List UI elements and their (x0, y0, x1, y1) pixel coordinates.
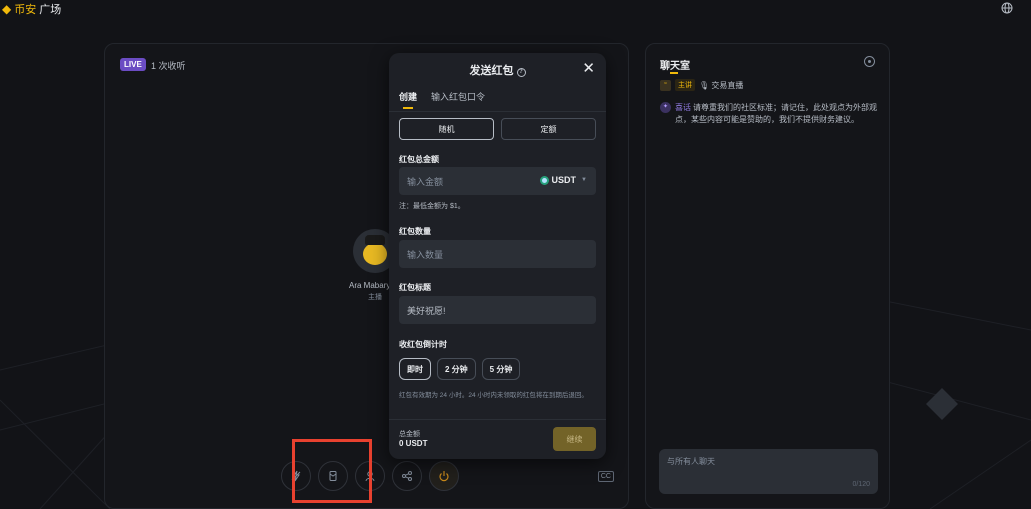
chat-panel: 聊天室 “ 主讲 🎙 交易直播 ✦ 喜话 请尊重我们的社区标准；请记住，此处观点为… (645, 43, 890, 509)
modal-title: 发送红包? (389, 62, 606, 78)
annotation-highlight-box (292, 439, 372, 503)
count-field[interactable]: 输入数量 (399, 240, 596, 268)
host-tag: 主讲 (675, 79, 695, 91)
chat-input[interactable]: 与所有人聊天 0/120 (659, 449, 878, 494)
logo[interactable]: ◆ 币安 广场 (2, 1, 61, 17)
count-label: 红包数量 (399, 227, 431, 236)
timer-label: 收红包倒计时 (399, 340, 447, 349)
logo-name: 广场 (39, 4, 62, 16)
chat-notice: ✦ 喜话 请尊重我们的社区标准；请记住，此处观点为外部观点，某些内容可能是赞助的，… (660, 102, 880, 126)
total-label: 总金额 (399, 431, 420, 438)
chat-input-placeholder: 与所有人聊天 (667, 457, 715, 466)
timer-5min-button[interactable]: 5 分钟 (481, 358, 521, 380)
continue-button[interactable]: 继续 (553, 427, 596, 451)
globe-icon[interactable] (1001, 2, 1013, 14)
avatar-hat (365, 235, 385, 245)
total-value: 0 USDT (399, 439, 428, 448)
amount-label: 红包总金额 (399, 155, 439, 164)
modal-title-text: 发送红包 (469, 65, 514, 77)
modal-tabs: 创建 输入红包口令 (399, 90, 485, 109)
packet-title-value: 美好祝愿! (407, 305, 446, 316)
announcement-icon: ✦ (660, 102, 671, 113)
currency-label: USDT (551, 175, 577, 185)
footer-divider (389, 419, 606, 420)
power-icon[interactable] (429, 461, 459, 491)
live-badge: LIVE (120, 58, 146, 71)
amount-placeholder: 输入金额 (407, 176, 444, 187)
timer-2min-button[interactable]: 2 分钟 (437, 358, 476, 380)
captions-button[interactable]: CC (597, 471, 614, 482)
listener-count: 1 次收听 (151, 61, 186, 71)
currency-select[interactable]: USDT ▼ (539, 175, 587, 185)
notice-text: 喜话 请尊重我们的社区标准；请记住，此处观点为外部观点，某些内容可能是赞助的，我们… (675, 102, 880, 126)
packet-type-toggle: 随机 定额 (399, 118, 596, 140)
tab-create[interactable]: 创建 (399, 90, 417, 109)
count-placeholder: 输入数量 (407, 249, 444, 260)
tab-divider (389, 111, 606, 112)
chat-host-row: “ 主讲 🎙 交易直播 (660, 79, 743, 91)
close-icon[interactable]: ✕ (582, 61, 595, 76)
usdt-icon (539, 175, 549, 185)
tab-enter-code[interactable]: 输入红包口令 (431, 90, 485, 107)
chat-title: 聊天室 (660, 61, 690, 72)
amount-field[interactable]: 输入金额 USDT ▼ (399, 167, 596, 195)
binance-logo-icon: ◆ (2, 2, 12, 16)
avatar-face (363, 243, 387, 265)
help-icon[interactable]: ? (516, 68, 526, 77)
share-icon[interactable] (392, 461, 422, 491)
notice-body: 请尊重我们的社区标准；请记住，此处观点为外部观点，某些内容可能是赞助的，我们不提… (675, 103, 877, 124)
chat-title-underline (670, 72, 678, 74)
timer-instant-button[interactable]: 即时 (399, 358, 431, 380)
timer-options: 即时 2 分钟 5 分钟 (399, 358, 521, 380)
notice-tag: 喜话 (675, 103, 691, 112)
settings-icon[interactable] (864, 56, 875, 67)
diamond-decoration (926, 388, 958, 420)
min-amount-note: 注：最低金额为 $1。 (399, 203, 465, 210)
expiry-note: 红包有效期为 24 小时。24 小时内未领取的红包将在到期后退回。 (399, 392, 588, 399)
quote-icon: “ (660, 79, 671, 91)
packet-title-label: 红包标题 (399, 283, 431, 292)
stream-topic: 🎙 交易直播 (699, 80, 744, 90)
char-count: 0/120 (852, 481, 870, 488)
fixed-amount-button[interactable]: 定额 (501, 118, 596, 140)
chevron-down-icon: ▼ (581, 177, 587, 183)
random-amount-button[interactable]: 随机 (399, 118, 494, 140)
logo-brand: 币安 (14, 4, 37, 16)
top-bar: ◆ 币安 广场 (0, 0, 1031, 18)
red-packet-modal: 发送红包? ✕ 创建 输入红包口令 随机 定额 红包总金额 输入金额 USDT … (389, 53, 606, 459)
packet-title-field[interactable]: 美好祝愿! (399, 296, 596, 324)
